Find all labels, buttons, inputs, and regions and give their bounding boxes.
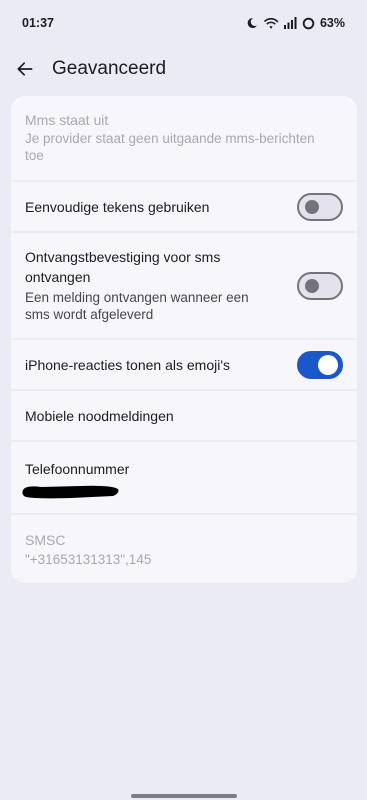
arrow-back-icon [17,62,33,76]
setting-smsc: SMSC "+31653131313",145 [11,515,357,583]
iphone-reactions-toggle[interactable] [297,350,343,379]
setting-delivery-reports[interactable]: Ontvangstbevestiging voor sms ontvangen … [11,233,357,340]
page-title: Geavanceerd [52,58,167,79]
moon-icon [247,17,257,28]
setting-value: "+31653131313",145 [25,552,152,567]
setting-mms-status: Mms staat uit Je provider staat geen uit… [11,96,357,182]
signal-icon [283,17,297,29]
status-bar: 01:37 63% [0,0,367,46]
setting-title: Mobiele noodmeldingen [25,408,174,424]
setting-iphone-reactions[interactable]: iPhone-reacties tonen als emoji's [11,340,357,391]
status-time: 01:37 [22,16,54,30]
toggle-knob [318,354,338,375]
status-icons: 63% [246,16,345,30]
setting-title: Eenvoudige tekens gebruiken [25,199,210,215]
setting-title: Mms staat uit [25,112,109,128]
battery-percent: 63% [319,16,345,30]
setting-emergency-alerts[interactable]: Mobiele noodmeldingen [11,391,357,442]
setting-title: Ontvangstbevestiging voor sms ontvangen [25,249,221,285]
setting-title: iPhone-reacties tonen als emoji's [25,357,231,373]
setting-title: Telefoonnummer [25,461,130,477]
simple-characters-toggle[interactable] [297,192,343,221]
toggle-knob [305,199,319,214]
setting-subtitle: Een melding ontvangen wanneer een sms wo… [25,290,249,322]
setting-title: SMSC [25,532,66,548]
setting-subtitle: Je provider staat geen uitgaande mms-ber… [25,131,315,163]
home-indicator[interactable] [131,794,237,798]
setting-simple-characters[interactable]: Eenvoudige tekens gebruiken [11,182,357,233]
wifi-icon [263,17,279,29]
settings-card: Mms staat uit Je provider staat geen uit… [11,96,357,583]
app-bar: Geavanceerd [0,46,367,92]
battery-ring-icon [302,17,315,29]
toggle-knob [305,278,319,293]
setting-phone-number[interactable]: Telefoonnummer [11,442,357,515]
redacted-phone-number [22,485,119,499]
delivery-reports-toggle[interactable] [297,271,343,300]
back-button[interactable] [5,49,45,89]
